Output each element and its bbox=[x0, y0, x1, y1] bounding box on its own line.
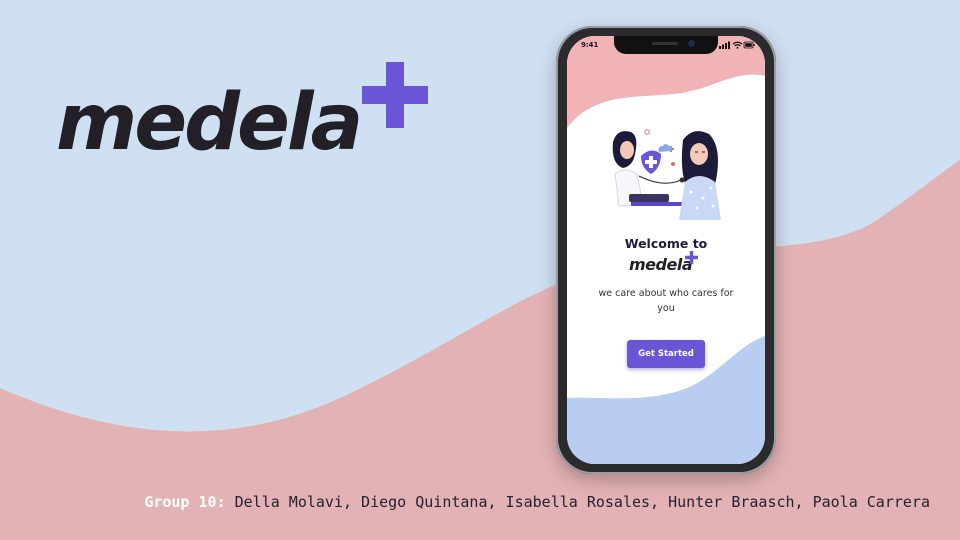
app-name: medela bbox=[629, 255, 693, 274]
welcome-title: Welcome to bbox=[624, 236, 708, 251]
doctor-patient-illustration bbox=[612, 129, 721, 220]
credits-line: Group 10: Della Molavi, Diego Quintana, … bbox=[144, 493, 930, 511]
group-members: Della Molavi, Diego Quintana, Isabella R… bbox=[234, 493, 930, 511]
camera-icon bbox=[688, 40, 695, 47]
app-logo: medela bbox=[629, 251, 709, 279]
plus-icon bbox=[685, 251, 698, 264]
signal-icon bbox=[719, 41, 730, 49]
battery-icon bbox=[743, 41, 755, 49]
speaker-grille bbox=[652, 42, 678, 45]
plus-icon bbox=[362, 62, 428, 128]
status-bar-icons bbox=[719, 41, 755, 49]
medela-logo: medela bbox=[56, 62, 436, 172]
get-started-button[interactable]: Get Started bbox=[627, 340, 705, 368]
tagline: we care about who cares for you bbox=[598, 288, 734, 314]
phone-mockup: 9:41 Welcome to medela we care about who… bbox=[556, 26, 776, 474]
phone-notch bbox=[614, 36, 718, 54]
group-label: Group 10: bbox=[144, 493, 226, 511]
wifi-icon bbox=[732, 41, 743, 49]
app-screen: 9:41 Welcome to medela we care about who… bbox=[567, 36, 765, 464]
logo-wordmark: medela bbox=[56, 78, 363, 168]
status-time: 9:41 bbox=[581, 41, 599, 49]
